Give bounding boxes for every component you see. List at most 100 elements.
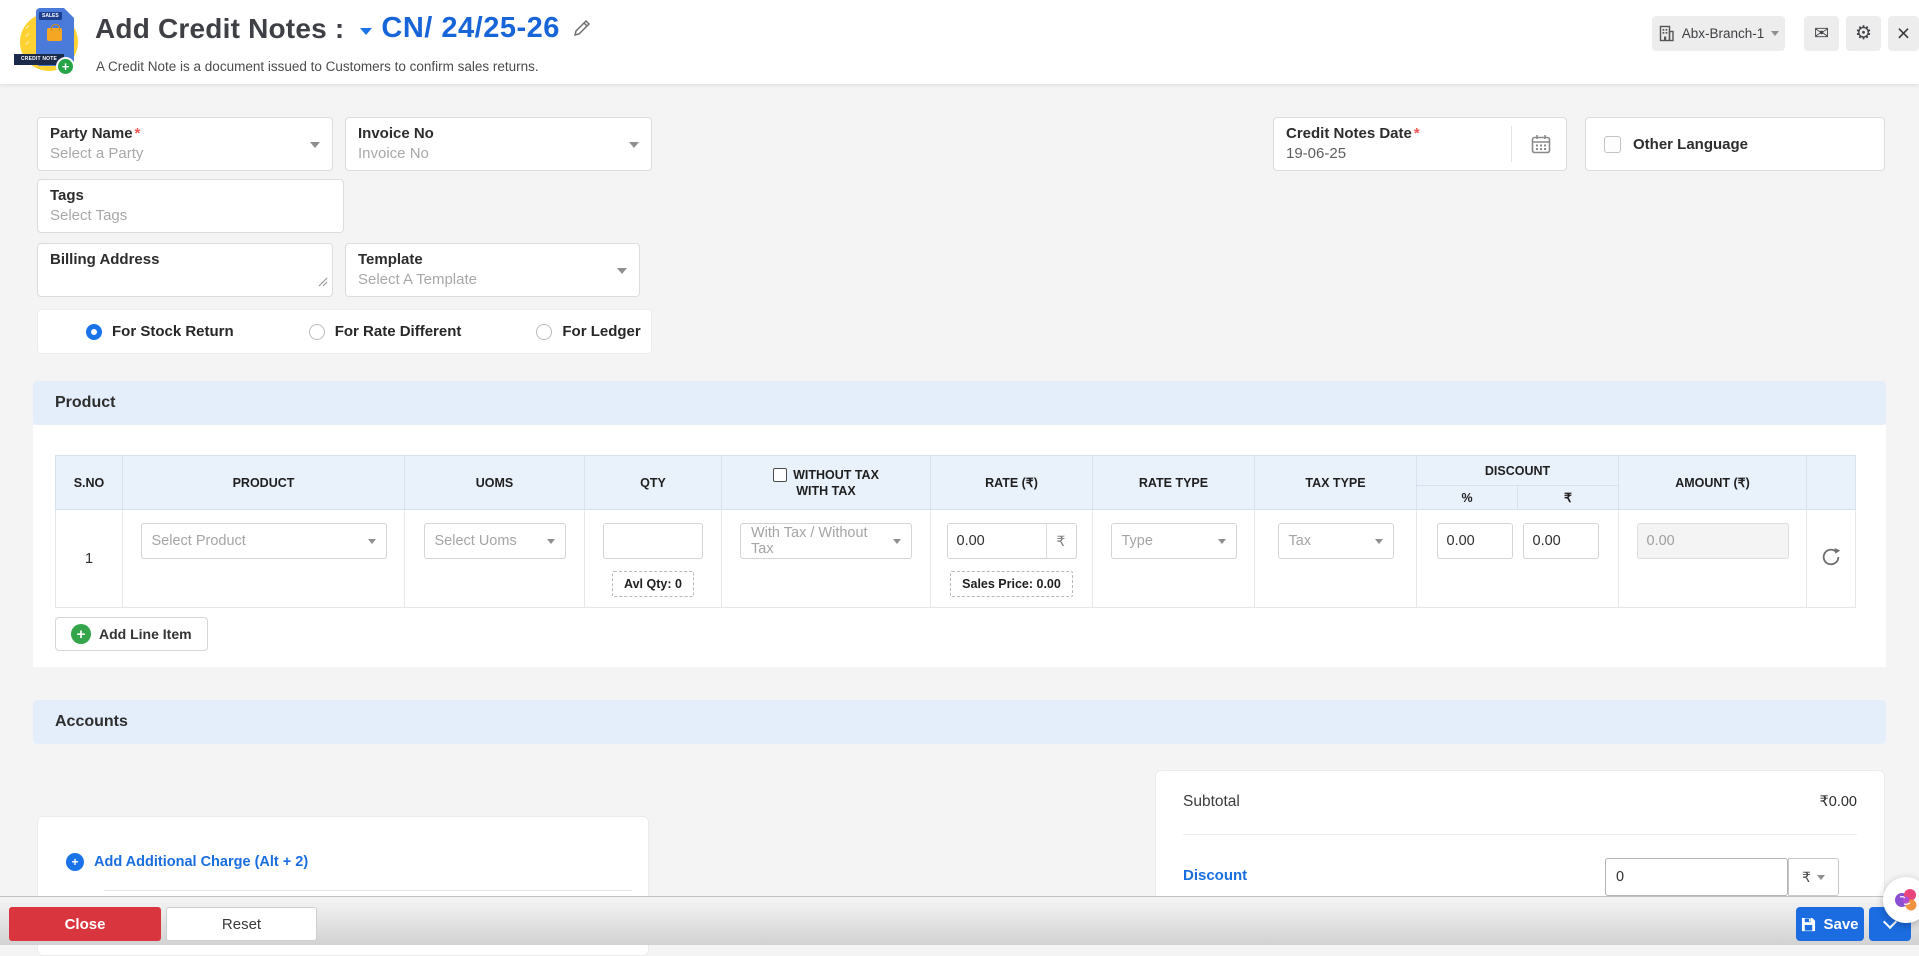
col-discount-rupee: ₹ bbox=[1517, 485, 1619, 510]
party-name-select[interactable]: Party Name * Select a Party bbox=[37, 117, 333, 171]
radio-icon[interactable] bbox=[536, 323, 553, 340]
plus-icon: + bbox=[66, 853, 84, 871]
chevron-down-icon bbox=[1771, 31, 1780, 36]
billing-address-textarea[interactable]: Billing Address bbox=[37, 243, 333, 297]
col-actions bbox=[1806, 455, 1856, 510]
template-placeholder: Select A Template bbox=[358, 271, 477, 288]
credit-notes-date-field[interactable]: Credit Notes Date * 19-06-25 bbox=[1273, 117, 1567, 171]
resize-handle-icon[interactable] bbox=[318, 274, 328, 292]
chevron-down-icon bbox=[1816, 874, 1825, 880]
template-label: Template bbox=[358, 251, 423, 268]
product-table: S.NO PRODUCT UOMS QTY WITHOUT TAX WITH T… bbox=[55, 455, 1856, 608]
rate-type-dropdown[interactable]: Type bbox=[1110, 523, 1237, 559]
discount-percent-input[interactable] bbox=[1436, 523, 1513, 559]
credit-note-logo-icon: SALES ✓ ✓ ✓ CREDIT NOTE + bbox=[14, 8, 86, 76]
accounts-section-header: Accounts bbox=[33, 700, 1886, 744]
col-product: PRODUCT bbox=[122, 455, 405, 510]
invoice-no-label: Invoice No bbox=[358, 125, 434, 142]
footer-bar: Close Reset Save bbox=[0, 896, 1919, 945]
radio-icon[interactable] bbox=[308, 323, 325, 340]
subtotal-label: Subtotal bbox=[1183, 793, 1240, 810]
party-name-placeholder: Select a Party bbox=[50, 145, 144, 162]
col-rate: RATE (₹) bbox=[930, 455, 1093, 510]
chevron-down-icon bbox=[629, 142, 639, 148]
col-uoms: UOMS bbox=[404, 455, 585, 510]
refresh-row-icon[interactable] bbox=[1820, 547, 1842, 572]
edit-doc-number-icon[interactable] bbox=[572, 18, 592, 43]
product-section-header: Product bbox=[33, 381, 1886, 425]
without-tax-checkbox[interactable] bbox=[773, 467, 788, 482]
close-button[interactable]: Close bbox=[9, 907, 161, 941]
other-language-label: Other Language bbox=[1633, 135, 1749, 153]
settings-button[interactable]: ⚙ bbox=[1846, 16, 1881, 51]
tax-mode-dropdown[interactable]: With Tax / Without Tax bbox=[740, 523, 912, 559]
col-amount: AMOUNT (₹) bbox=[1618, 455, 1807, 510]
add-additional-charge-link[interactable]: + Add Additional Charge (Alt + 2) bbox=[66, 853, 308, 871]
page-header: SALES ✓ ✓ ✓ CREDIT NOTE + Add Credit Notes… bbox=[0, 0, 1919, 84]
calendar-icon[interactable] bbox=[1530, 133, 1552, 160]
discount-amount-input[interactable] bbox=[1522, 523, 1599, 559]
required-asterisk: * bbox=[1413, 125, 1420, 142]
col-rate-type: RATE TYPE bbox=[1092, 455, 1255, 510]
chevron-down-icon bbox=[617, 268, 627, 274]
select-uoms-dropdown[interactable]: Select Uoms bbox=[423, 523, 566, 559]
branch-name: Abx-Branch-1 bbox=[1681, 26, 1765, 41]
rate-input[interactable] bbox=[947, 524, 1046, 558]
sales-price-badge: Sales Price: 0.00 bbox=[950, 571, 1073, 597]
chevron-down-icon bbox=[367, 538, 376, 544]
discount-link[interactable]: Discount bbox=[1183, 867, 1247, 884]
tags-label: Tags bbox=[50, 187, 84, 204]
radio-for-rate-different[interactable]: For Rate Different bbox=[308, 323, 461, 340]
reset-button[interactable]: Reset bbox=[166, 907, 317, 941]
gear-icon: ⚙ bbox=[1854, 23, 1873, 44]
assistant-logo-icon bbox=[1895, 889, 1917, 911]
available-qty-badge: Avl Qty: 0 bbox=[612, 571, 694, 597]
billing-address-label: Billing Address bbox=[50, 251, 160, 268]
chevron-down-icon bbox=[310, 142, 320, 148]
col-tax-mode: WITHOUT TAX WITH TAX bbox=[721, 455, 931, 510]
col-sno: S.NO bbox=[55, 455, 123, 510]
discount-total-input[interactable] bbox=[1605, 858, 1788, 896]
tax-type-dropdown[interactable]: Tax bbox=[1277, 523, 1394, 559]
tags-select[interactable]: Tags Select Tags bbox=[37, 179, 344, 233]
col-tax-type: TAX TYPE bbox=[1254, 455, 1417, 510]
doc-number-dropdown-icon[interactable] bbox=[360, 28, 373, 35]
select-product-dropdown[interactable]: Select Product bbox=[140, 523, 387, 559]
branch-selector[interactable]: Abx-Branch-1 bbox=[1652, 16, 1785, 51]
credit-notes-date-value: 19-06-25 bbox=[1286, 145, 1347, 162]
col-qty: QTY bbox=[584, 455, 722, 510]
other-language-checkbox[interactable] bbox=[1604, 135, 1621, 153]
page-subtitle: A Credit Note is a document issued to Cu… bbox=[96, 59, 539, 74]
close-page-button[interactable]: × bbox=[1888, 16, 1919, 51]
invoice-no-select[interactable]: Invoice No Invoice No bbox=[345, 117, 652, 171]
chevron-down-icon bbox=[1374, 538, 1383, 544]
table-row: 1 Select Product Select Uoms Avl Qty: 0 … bbox=[55, 509, 1856, 608]
chevron-down-icon bbox=[546, 538, 555, 544]
credit-note-type-options: For Stock Return For Rate Different For … bbox=[37, 309, 652, 354]
save-button[interactable]: Save bbox=[1796, 907, 1864, 941]
radio-for-ledger[interactable]: For Ledger bbox=[536, 323, 641, 340]
invoice-no-placeholder: Invoice No bbox=[358, 145, 429, 162]
other-language-option[interactable]: Other Language bbox=[1585, 117, 1885, 171]
envelope-icon: ✉ bbox=[1813, 23, 1830, 43]
required-asterisk: * bbox=[134, 125, 141, 142]
credit-notes-date-label: Credit Notes Date bbox=[1286, 125, 1412, 142]
mail-button[interactable]: ✉ bbox=[1804, 16, 1839, 51]
subtotal-value: ₹0.00 bbox=[1819, 794, 1857, 810]
col-discount: DISCOUNT bbox=[1416, 455, 1619, 486]
page-title: Add Credit Notes : bbox=[95, 12, 345, 44]
close-icon: × bbox=[1896, 20, 1911, 46]
doc-number[interactable]: CN/ 24/25-26 bbox=[381, 12, 560, 45]
radio-for-stock-return[interactable]: For Stock Return bbox=[86, 323, 234, 340]
rupee-suffix: ₹ bbox=[1045, 524, 1076, 558]
template-select[interactable]: Template Select A Template bbox=[345, 243, 640, 297]
amount-input bbox=[1636, 523, 1789, 559]
party-name-label: Party Name bbox=[50, 125, 133, 142]
radio-selected-icon[interactable] bbox=[86, 323, 102, 340]
tags-placeholder: Select Tags bbox=[50, 207, 128, 224]
rate-input-group: ₹ bbox=[946, 523, 1077, 559]
qty-input[interactable] bbox=[603, 523, 703, 559]
add-line-item-button[interactable]: + Add Line Item bbox=[55, 617, 208, 651]
discount-unit-select[interactable]: ₹ bbox=[1788, 858, 1839, 896]
row-sno: 1 bbox=[55, 509, 123, 608]
